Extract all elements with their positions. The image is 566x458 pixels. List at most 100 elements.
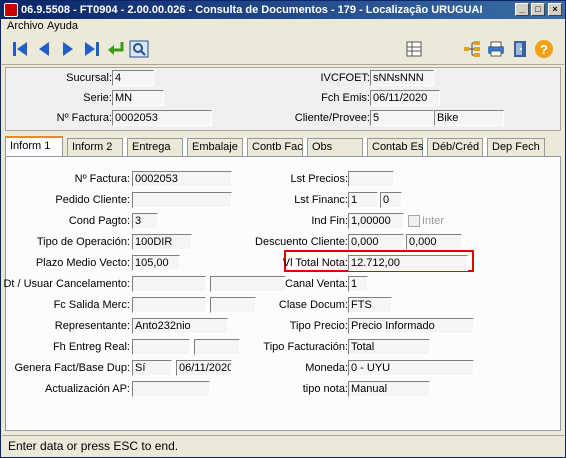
prev-record-icon[interactable] [34,39,54,59]
tipofact-field[interactable]: Total [348,339,430,355]
lstfinanc-label: Lst Financ: [294,194,348,206]
lstprecios-field[interactable] [348,171,394,187]
toolbar: ? [2,35,564,65]
cliente-name-field[interactable]: Bike [434,110,504,126]
lstprecios-label: Lst Precios: [290,173,348,185]
lstfinanc-field-1[interactable]: 1 [348,192,378,208]
canalventa-label: Canal Venta: [285,278,348,290]
representante-label: Representante: [54,320,130,332]
tab-entrega[interactable]: Entrega [127,138,183,156]
enter-icon[interactable] [106,39,126,59]
indfin-field[interactable]: 1,00000 [348,213,404,229]
actualizacion-field[interactable] [132,381,210,397]
ivcfoet-label: IVCFOET: [320,72,370,84]
tab-contb-fact[interactable]: Contb Fact [247,138,306,156]
tab-strip: Inform 1 Inform 2 Entrega Embalaje Contb… [5,136,561,156]
print-icon[interactable] [486,39,506,59]
fcsalida-date-field[interactable] [132,297,206,313]
search-icon[interactable] [129,39,149,59]
app-window: 06.9.5508 - FT0904 - 2.00.00.026 - Consu… [0,0,566,458]
tipooper-field[interactable]: 100DIR [132,234,192,250]
fcsalida-time-field[interactable] [210,297,256,313]
tipooper-label: Tipo de Operación: [36,236,130,248]
status-bar: Enter data or press ESC to end. [2,435,564,455]
tab-obs[interactable]: Obs [307,138,363,156]
serie-label: Serie: [83,92,112,104]
ivcfoet-field[interactable]: sNNsNNN [370,70,434,86]
tab-dep-fech[interactable]: Dep Fech [487,138,545,156]
menu-archivo[interactable]: Archivo [7,20,44,32]
fcsalida-label: Fc Salida Merc: [53,299,130,311]
status-text: Enter data or press ESC to end. [8,439,179,453]
vltotal-label: Vl Total Nota: [282,257,348,269]
nfactura-header-label: Nº Factura: [56,112,112,124]
tree-icon[interactable] [462,39,482,59]
fhentreg-time-field[interactable] [194,339,240,355]
window-title: 06.9.5508 - FT0904 - 2.00.00.026 - Consu… [21,4,483,16]
sucursal-label: Sucursal: [66,72,112,84]
descuento-field-2[interactable]: 0,000 [406,234,462,250]
cliente-field[interactable]: 5 [370,110,434,126]
grid-icon[interactable] [404,39,424,59]
indfin-label: Ind Fin: [311,215,348,227]
pedido-label: Pedido Cliente: [55,194,130,206]
nfactura-header-field[interactable]: 0002053 [112,110,212,126]
tab-panel-inform-1: Nº Factura: 0002053 Pedido Cliente: Cond… [3,156,561,431]
close-button[interactable]: × [548,3,562,16]
clasedocum-field[interactable]: FTS [348,297,392,313]
representante-field[interactable]: Anto232nio [132,318,228,334]
fchemis-label: Fch Emis: [321,92,370,104]
app-icon [4,3,18,17]
exit-icon[interactable] [510,39,530,59]
fhentreg-label: Fh Entreg Real: [52,341,130,353]
plazo-label: Plazo Medio Vecto: [35,257,130,269]
pedido-field[interactable] [132,192,232,208]
lstfinanc-field-2[interactable]: 0 [380,192,402,208]
nfactura-label: Nº Factura: [74,173,130,185]
fhentreg-date-field[interactable] [132,339,190,355]
plazo-field[interactable]: 105,00 [132,255,180,271]
last-record-icon[interactable] [82,39,102,59]
sucursal-field[interactable]: 4 [112,70,154,86]
fchemis-field[interactable]: 06/11/2020 [370,90,440,106]
tiponota-label: tipo nota: [302,383,348,395]
moneda-field[interactable]: 0 - UYU [348,360,474,376]
next-record-icon[interactable] [58,39,78,59]
tiponota-field[interactable]: Manual [348,381,430,397]
tipofact-label: Tipo Facturación: [263,341,348,353]
tab-inform-2[interactable]: Inform 2 [67,138,123,156]
header-panel: Sucursal: 4 Serie: MN Nº Factura: 000205… [5,67,561,131]
tab-embalaje[interactable]: Embalaje [187,138,243,156]
title-bar[interactable]: 06.9.5508 - FT0904 - 2.00.00.026 - Consu… [1,1,565,19]
help-icon[interactable]: ? [534,39,554,59]
first-record-icon[interactable] [10,39,30,59]
canalventa-field[interactable]: 1 [348,276,368,292]
dtusuar-user-field[interactable] [210,276,286,292]
actualizacion-label: Actualización AP: [45,383,130,395]
tab-contab-est[interactable]: Contab Est [367,138,426,156]
inter-label: Inter [422,215,445,227]
moneda-label: Moneda: [305,362,348,374]
tab-inform-1[interactable]: Inform 1 [5,136,63,156]
condpagto-label: Cond Pagto: [68,215,130,227]
generafact-field[interactable]: Sí [132,360,172,376]
clasedocum-label: Clase Docum: [278,299,348,311]
svg-text:?: ? [540,42,548,57]
dtusuar-date-field[interactable] [132,276,206,292]
cliente-label: Cliente/Provee: [294,112,370,124]
vltotal-field[interactable]: 12.712,00 [348,255,468,271]
minimize-button[interactable]: _ [515,3,529,16]
menu-bar: Archivo Ayuda [1,19,565,35]
descuento-field-1[interactable]: 0,000 [348,234,404,250]
inter-checkbox[interactable] [408,215,420,227]
tipoprecio-label: Tipo Precio: [289,320,348,332]
tipoprecio-field[interactable]: Precio Informado [348,318,474,334]
maximize-button[interactable]: □ [531,3,545,16]
descuento-label: Descuento Cliente: [255,236,348,248]
condpagto-field[interactable]: 3 [132,213,158,229]
generafact-date-field[interactable]: 06/11/2020 [176,360,232,376]
nfactura-field[interactable]: 0002053 [132,171,232,187]
tab-deb-cred[interactable]: Déb/Créd [427,138,483,156]
menu-ayuda[interactable]: Ayuda [47,20,78,32]
serie-field[interactable]: MN [112,90,164,106]
